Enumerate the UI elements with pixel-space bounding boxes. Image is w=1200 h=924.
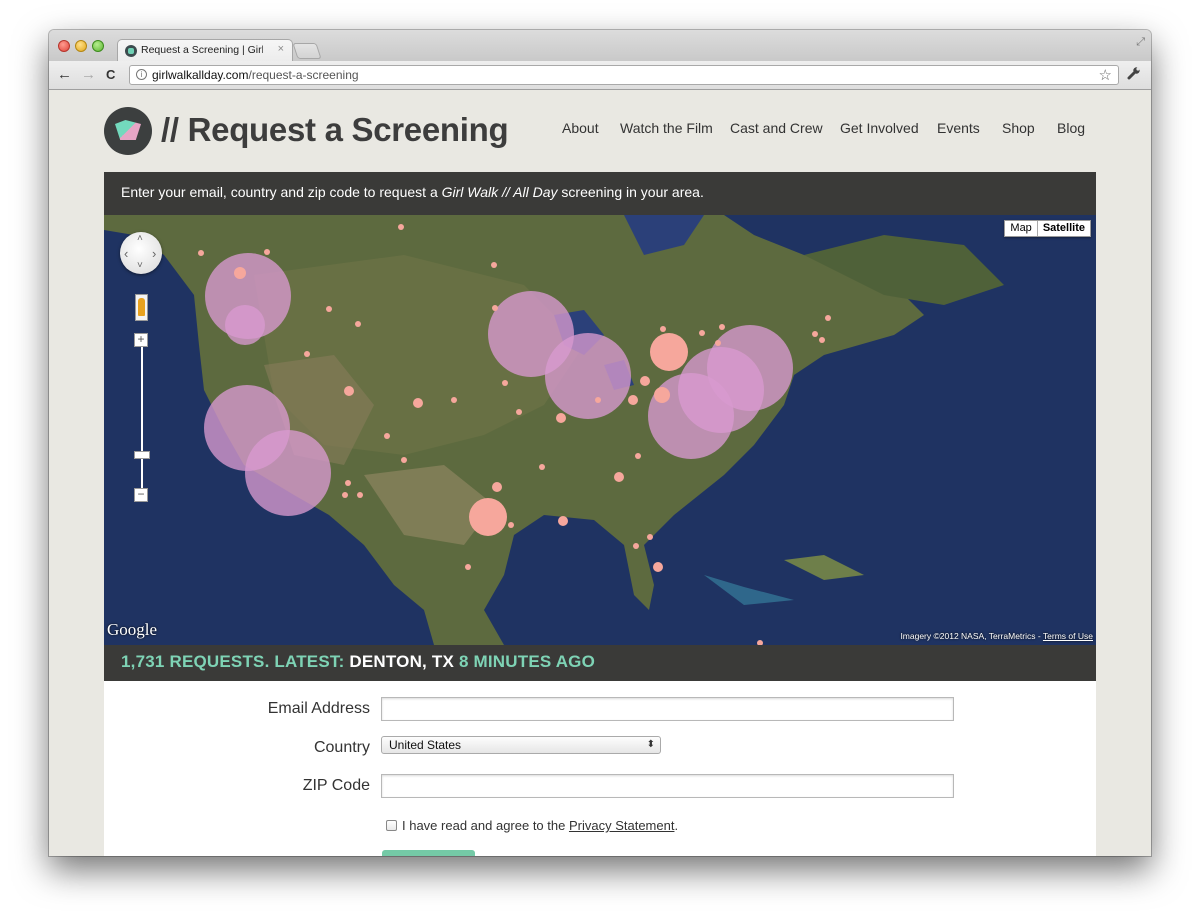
requests-map[interactable]: Map Satellite ˄ ˅ ‹ › + − Google Imagery… xyxy=(104,215,1096,645)
map-type-satellite-button[interactable]: Satellite xyxy=(1036,221,1090,236)
latest-city: DENTON, TX xyxy=(349,652,455,671)
pan-control[interactable]: ˄ ˅ ‹ › xyxy=(120,232,162,274)
url-text: girlwalkallday.com/request-a-screening xyxy=(152,68,359,82)
page-info-icon[interactable]: i xyxy=(136,69,147,80)
wrench-menu-icon[interactable] xyxy=(1127,66,1141,83)
submit-button[interactable] xyxy=(382,850,475,856)
country-selected-value: United States xyxy=(389,738,462,752)
intro-text: Enter your email, country and zip code t… xyxy=(121,184,704,200)
tab-request-a-screening[interactable]: Request a Screening | Girl Wa × xyxy=(117,39,293,62)
map-type-map-button[interactable]: Map xyxy=(1005,221,1037,236)
minimize-window-button[interactable] xyxy=(75,40,87,52)
select-arrows-icon: ⬍ xyxy=(646,739,655,750)
tab-strip: Request a Screening | Girl Wa × ⤢ xyxy=(49,30,1151,62)
nav-get-involved[interactable]: Get Involved xyxy=(840,120,919,136)
zip-label: ZIP Code xyxy=(302,777,370,794)
zoom-in-button[interactable]: + xyxy=(134,333,148,347)
zoom-out-button[interactable]: − xyxy=(134,488,148,502)
country-select[interactable]: United States ⬍ xyxy=(381,736,661,754)
nav-shop[interactable]: Shop xyxy=(1002,120,1035,136)
map-type-control: Map Satellite xyxy=(1004,220,1091,237)
privacy-checkbox[interactable] xyxy=(386,820,397,831)
tab-close-icon[interactable]: × xyxy=(278,43,284,55)
site-header: // Request a Screening About Watch the F… xyxy=(104,107,1094,157)
back-button[interactable]: ← xyxy=(57,66,72,84)
zoom-window-button[interactable] xyxy=(92,40,104,52)
email-label: Email Address xyxy=(267,700,370,717)
terms-of-use-link[interactable]: Terms of Use xyxy=(1043,631,1093,641)
map-attribution: Imagery ©2012 NASA, TerraMetrics - Terms… xyxy=(900,631,1093,641)
zoom-slider-handle[interactable] xyxy=(134,451,150,459)
browser-window: Request a Screening | Girl Wa × ⤢ ← → C … xyxy=(49,30,1151,856)
privacy-agree-text: I have read and agree to the Privacy Sta… xyxy=(402,818,679,833)
reload-button[interactable]: C xyxy=(106,66,115,84)
pegman-icon[interactable] xyxy=(135,294,148,321)
email-field[interactable] xyxy=(381,697,954,721)
nav-about[interactable]: About xyxy=(562,120,599,136)
bookmark-star-icon[interactable]: ☆ xyxy=(1099,66,1112,84)
address-bar[interactable]: i girlwalkallday.com/request-a-screening… xyxy=(129,65,1119,85)
web-page: // Request a Screening About Watch the F… xyxy=(49,90,1151,856)
request-stats: 1,731 REQUESTS. LATEST: DENTON, TX 8 MIN… xyxy=(121,652,596,671)
nav-blog[interactable]: Blog xyxy=(1057,120,1085,136)
nav-events[interactable]: Events xyxy=(937,120,980,136)
site-logo-icon[interactable] xyxy=(104,107,152,155)
privacy-statement-link[interactable]: Privacy Statement xyxy=(569,818,675,833)
browser-toolbar: ← → C i girlwalkallday.com/request-a-scr… xyxy=(49,61,1151,90)
pan-down-icon[interactable]: ˅ xyxy=(137,260,143,271)
pan-up-icon[interactable]: ˄ xyxy=(137,233,143,244)
zoom-slider-track[interactable] xyxy=(141,347,143,495)
google-logo[interactable]: Google xyxy=(107,620,157,640)
nav-watch-the-film[interactable]: Watch the Film xyxy=(620,120,713,136)
site-favicon-icon xyxy=(125,45,137,57)
close-window-button[interactable] xyxy=(58,40,70,52)
request-form: Email Address Country United States ⬍ ZI… xyxy=(104,681,1096,856)
map-panel: Enter your email, country and zip code t… xyxy=(104,172,1096,681)
map-imagery xyxy=(104,215,1096,645)
tab-title: Request a Screening | Girl Wa xyxy=(141,44,263,56)
country-label: Country xyxy=(313,739,370,756)
pan-right-icon[interactable]: › xyxy=(152,246,156,261)
fullscreen-icon[interactable]: ⤢ xyxy=(1136,36,1145,49)
zip-field[interactable] xyxy=(381,774,954,798)
pan-left-icon[interactable]: ‹ xyxy=(124,246,128,261)
forward-button[interactable]: → xyxy=(81,66,96,84)
new-tab-button[interactable] xyxy=(292,43,322,59)
page-title: // Request a Screening xyxy=(161,111,509,148)
nav-cast-and-crew[interactable]: Cast and Crew xyxy=(730,120,823,136)
